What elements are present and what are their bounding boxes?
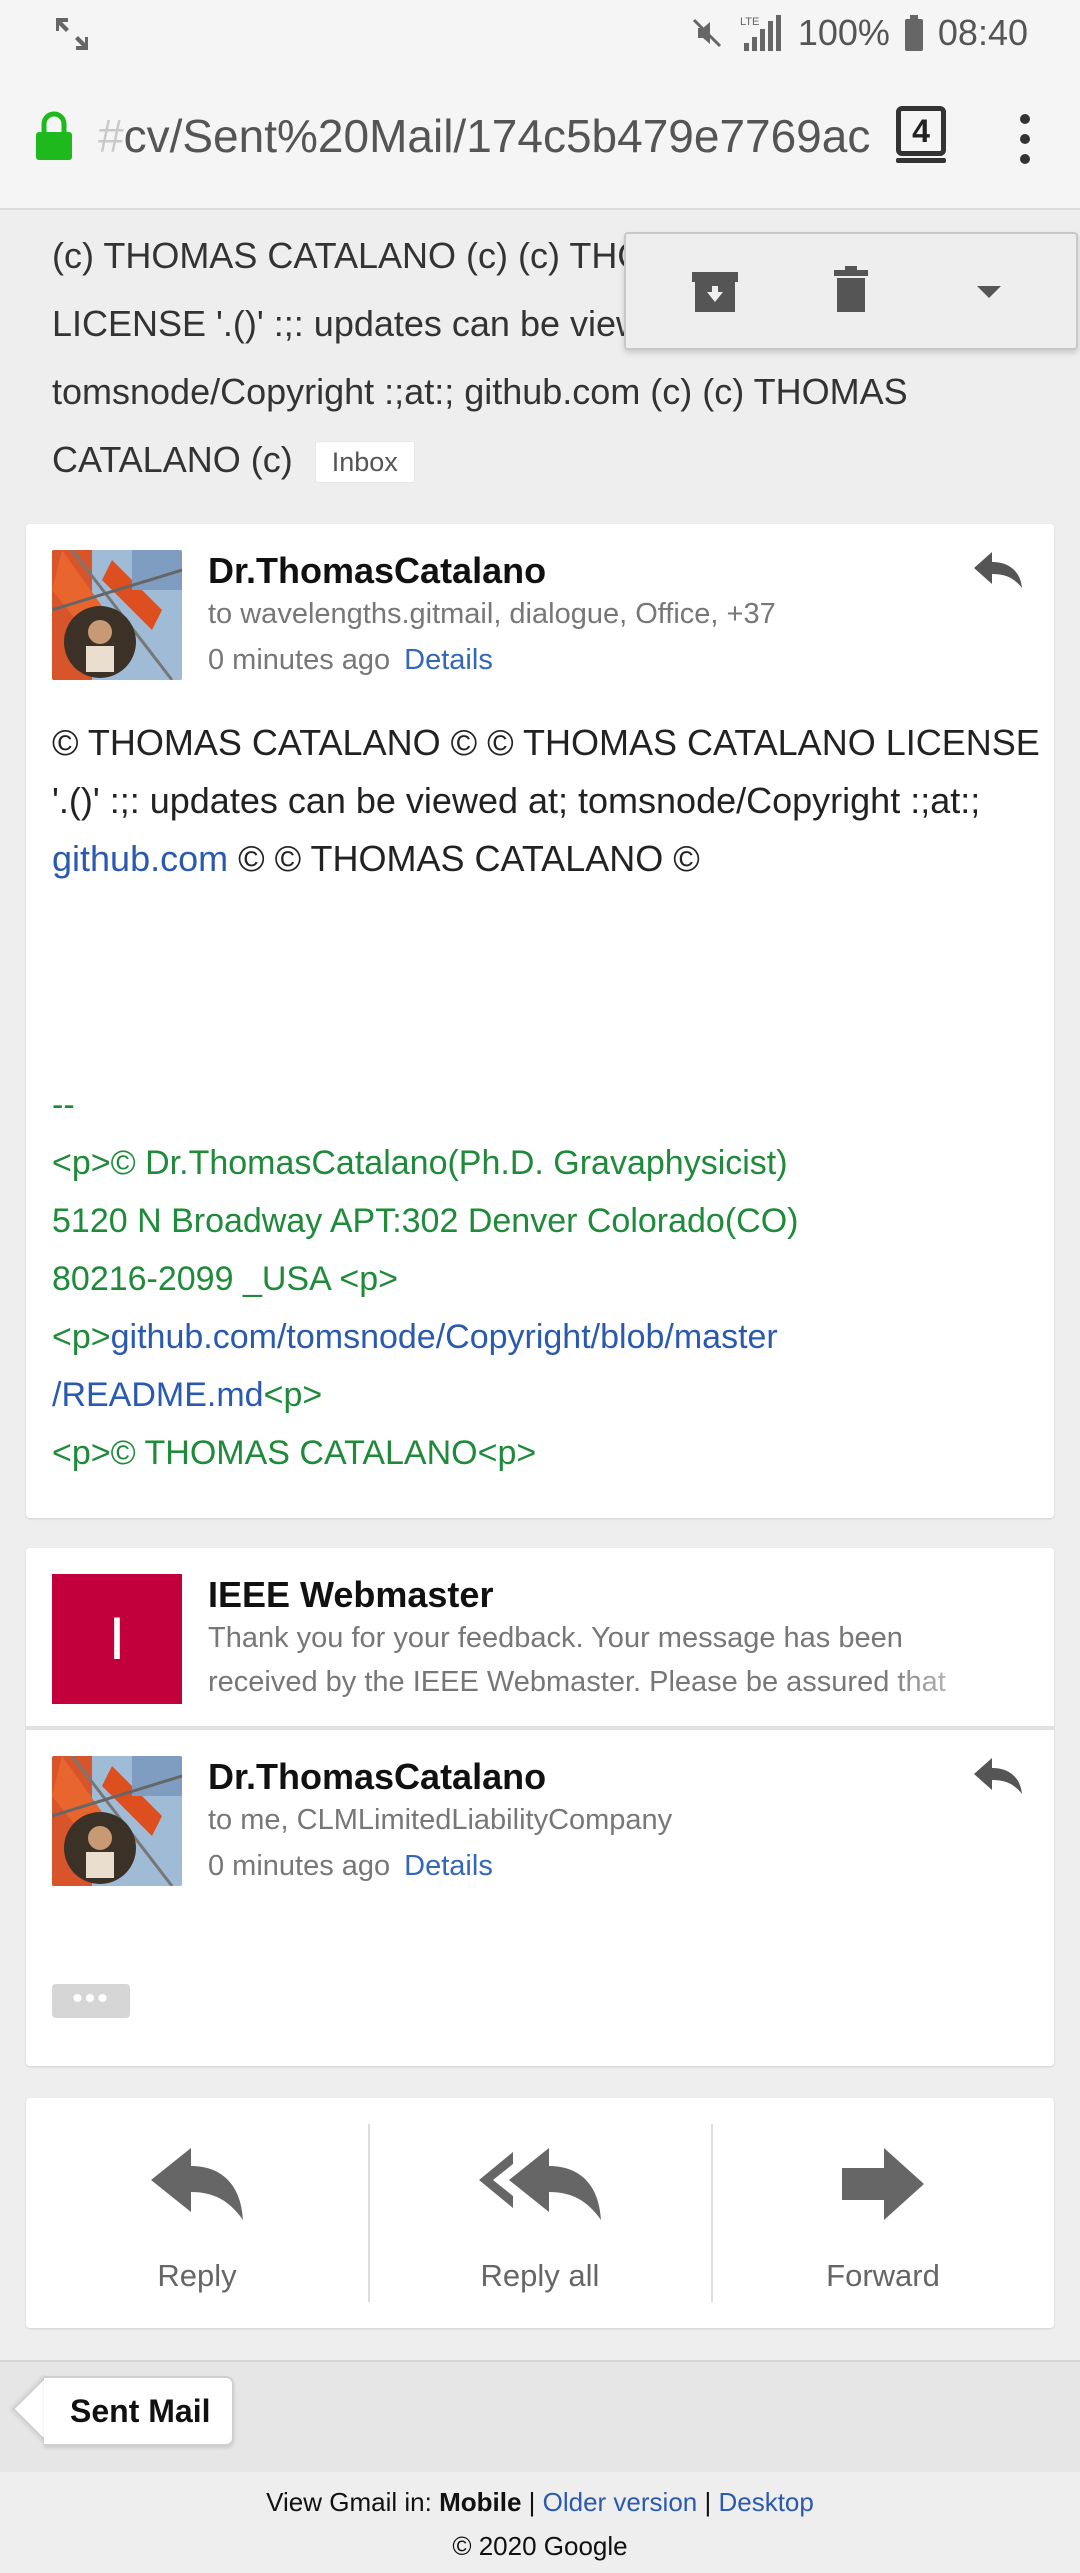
status-right: LTE 100% 08:40 (690, 8, 1028, 58)
reply-all-label: Reply all (480, 2258, 600, 2293)
body-line: © THOMAS CATALANO © © THOMAS CATALANO LI… (52, 722, 1040, 763)
sig-line: 5120 N Broadway APT:302 Denver Colorado(… (52, 1202, 799, 1240)
view-mobile: Mobile (439, 2487, 522, 2517)
sig-line: 80216-2099 _USA <p> (52, 1260, 398, 1298)
avatar-photo-icon (52, 1756, 182, 1886)
forward-button[interactable]: Forward (712, 2098, 1054, 2328)
subject-line: tomsnode/Copyright :;at:; github.com (c)… (52, 371, 908, 412)
subject-line-last: CATALANO (c) Inbox (52, 426, 932, 494)
message-body: © THOMAS CATALANO © © THOMAS CATALANO LI… (52, 714, 1052, 888)
trash-icon[interactable] (818, 258, 884, 324)
folder-label: Sent Mail (70, 2393, 211, 2429)
sender-name[interactable]: Dr.ThomasCatalano (208, 550, 546, 592)
reply-all-button[interactable]: Reply all (369, 2098, 711, 2328)
tag-body: Sent Mail (44, 2376, 235, 2446)
battery-icon (904, 15, 923, 51)
message-timeline: 0 minutes ago Details (208, 1850, 493, 1883)
status-bar: LTE 100% 08:40 (0, 0, 1080, 66)
signature: -- <p>© Dr.ThomasCatalano(Ph.D. Gravaphy… (52, 1076, 1032, 1482)
archive-icon[interactable] (682, 258, 748, 324)
copyright: © 2020 Google (452, 2531, 628, 2561)
browser-menu-icon[interactable] (1010, 112, 1040, 168)
sig-line: /README.md<p> (52, 1366, 1032, 1424)
older-version-link[interactable]: Older version (543, 2487, 698, 2517)
sig-readme-link[interactable]: /README.md (52, 1376, 264, 1414)
reply-label: Reply (157, 2258, 237, 2293)
browser-toolbar: #cv/Sent%20Mail/174c5b479e7769ac 4 (0, 66, 1080, 210)
sender-avatar[interactable] (52, 550, 182, 680)
sig-line: <p>© Dr.ThomasCatalano(Ph.D. Gravaphysic… (52, 1144, 788, 1182)
forward-label: Forward (826, 2258, 940, 2293)
reply-icon[interactable] (970, 1754, 1026, 1798)
svg-text:LTE: LTE (740, 16, 759, 28)
body-line-rest: © © THOMAS CATALANO © (228, 838, 700, 879)
details-link[interactable]: Details (404, 644, 493, 676)
sender-avatar[interactable] (52, 1756, 182, 1886)
inbox-label-chip[interactable]: Inbox (314, 441, 415, 484)
lock-icon (36, 111, 72, 160)
ieee-avatar[interactable]: I (52, 1574, 182, 1704)
sig-prefix: <p> (52, 1318, 111, 1356)
desktop-link[interactable]: Desktop (718, 2487, 813, 2517)
github-link[interactable]: github.com (52, 838, 228, 879)
address-bar[interactable]: #cv/Sent%20Mail/174c5b479e7769ac (98, 104, 878, 168)
recipients: to me, CLMLimitedLiabilityCompany (208, 1804, 673, 1836)
sig-dashes: -- (52, 1086, 75, 1124)
recipients: to wavelengths.gitmail, dialogue, Office… (208, 598, 776, 630)
sig-line: <p>© THOMAS CATALANO<p> (52, 1434, 537, 1472)
message-timeline: 0 minutes ago Details (208, 644, 493, 677)
view-mode-line: View Gmail in: Mobile | Older version | … (0, 2480, 1080, 2524)
sig-line: <p>github.com/tomsnode/Copyright/blob/ma… (52, 1308, 1032, 1366)
body-line: '.()' :;: updates can be viewed at; toms… (52, 780, 981, 821)
message-snippet[interactable]: Thank you for your feedback. Your messag… (208, 1616, 1028, 1704)
snippet-line: received by the IEEE Webmaster. Please b… (208, 1666, 946, 1698)
footer-sep: | (521, 2487, 543, 2517)
sender-name[interactable]: Dr.ThomasCatalano (208, 1756, 546, 1798)
tab-switcher-button[interactable]: 4 (896, 106, 946, 163)
forward-arrow-icon (842, 2148, 924, 2220)
thread-action-toolbar (624, 232, 1078, 350)
sender-name[interactable]: IEEE Webmaster (208, 1574, 493, 1616)
snippet-line: Thank you for your feedback. Your messag… (208, 1622, 903, 1654)
sig-github-link[interactable]: github.com/tomsnode/Copyright/blob/maste… (111, 1318, 778, 1356)
reply-button[interactable]: Reply (26, 2098, 368, 2328)
reply-icon[interactable] (970, 548, 1026, 592)
battery-percent: 100% (797, 12, 890, 53)
reply-all-arrow-icon (479, 2148, 601, 2220)
more-dropdown-icon[interactable] (956, 258, 1022, 324)
clock: 08:40 (937, 12, 1028, 53)
body-line: github.com © © THOMAS CATALANO © (52, 830, 1052, 888)
sig-suffix: <p> (263, 1376, 323, 1414)
subject-line-text: CATALANO (c) (52, 439, 293, 480)
view-prefix: View Gmail in: (266, 2487, 440, 2517)
show-trimmed-content-button[interactable]: ••• (52, 1984, 130, 2018)
footer: View Gmail in: Mobile | Older version | … (0, 2480, 1080, 2568)
message-time: 0 minutes ago (208, 644, 391, 676)
screen-expand-icon (56, 18, 88, 50)
avatar-photo-icon (52, 550, 182, 680)
signal-icon: LTE (740, 15, 781, 51)
message-time: 0 minutes ago (208, 1850, 391, 1882)
url-text: cv/Sent%20Mail/174c5b479e7769ac (123, 110, 871, 162)
url-faded-prefix: # (98, 110, 124, 162)
message-divider (26, 1726, 1054, 1730)
mute-icon (692, 18, 721, 48)
reply-arrow-icon (151, 2148, 243, 2220)
details-link[interactable]: Details (404, 1850, 493, 1882)
footer-sep: | (697, 2487, 719, 2517)
